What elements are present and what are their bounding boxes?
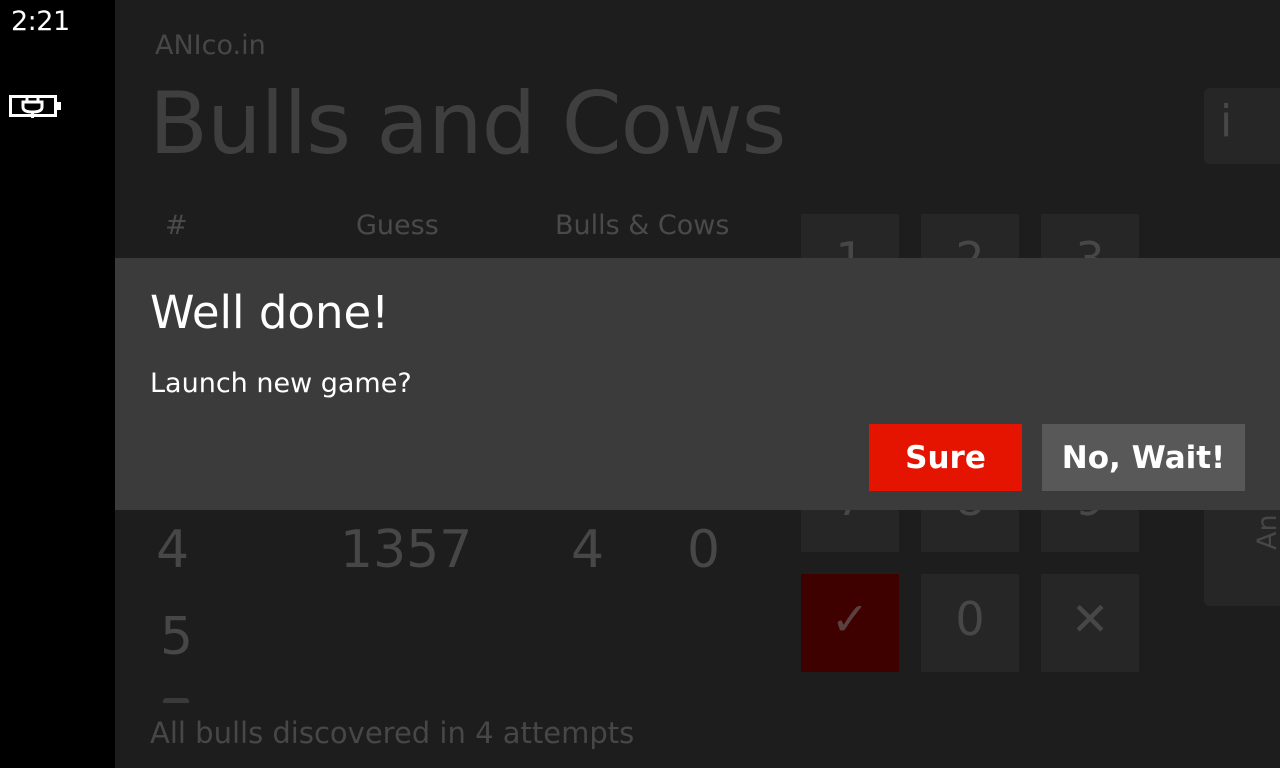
key-label: 0	[955, 592, 985, 646]
close-icon: ✕	[1070, 592, 1110, 646]
column-header-bulls-cows: Bulls & Cows	[555, 210, 730, 241]
no-wait-button[interactable]: No, Wait!	[1042, 424, 1245, 491]
dialog-message: Launch new game?	[150, 368, 412, 399]
keypad-clear-button[interactable]: ✕	[1041, 574, 1139, 672]
sure-button[interactable]: Sure	[869, 424, 1022, 491]
info-label: i	[1220, 96, 1233, 147]
keypad-submit-button[interactable]: ✓	[801, 574, 899, 672]
column-header-number: #	[165, 210, 188, 241]
dialog-title: Well done!	[150, 286, 390, 339]
app-brand: ANIco.in	[155, 30, 266, 61]
row-number: 5	[160, 607, 194, 667]
system-status-bar: 2:21	[0, 0, 115, 768]
clock: 2:21	[11, 6, 70, 37]
answer-label: An	[1252, 514, 1280, 550]
row-bulls: 4	[571, 520, 605, 580]
checkmark-icon: ✓	[830, 592, 870, 646]
page-title: Bulls and Cows	[149, 74, 786, 174]
keypad-key-0[interactable]: 0	[921, 574, 1019, 672]
battery-charging-icon	[9, 95, 61, 118]
clipped-row-number	[163, 698, 189, 703]
info-button[interactable]: i	[1204, 88, 1280, 164]
row-number: 4	[156, 520, 190, 580]
game-status-text: All bulls discovered in 4 attempts	[150, 716, 635, 750]
row-guess: 1357	[340, 520, 473, 580]
row-cows: 0	[687, 520, 721, 580]
message-dialog: Well done! Launch new game? Sure No, Wai…	[115, 258, 1280, 510]
column-header-guess: Guess	[356, 210, 439, 241]
